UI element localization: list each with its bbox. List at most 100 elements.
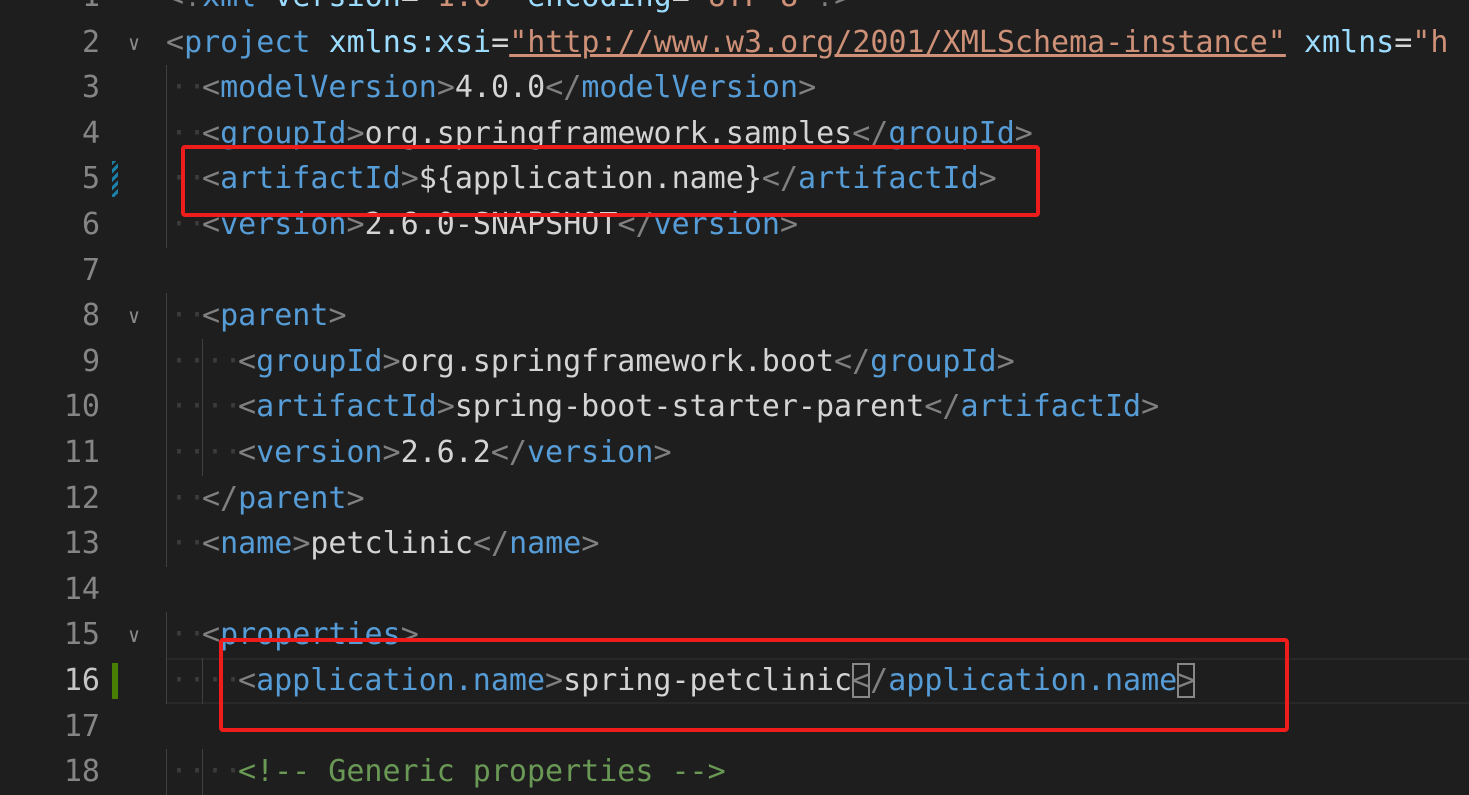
git-added-marker[interactable] [112,663,118,699]
code-text[interactable]: <name>petclinic</name> [202,521,599,567]
code-text[interactable]: <?xml version="1.0" encoding="UTF-8"?> [166,0,852,20]
whitespace-dots: ·· [170,343,207,379]
whitespace-dots: ·· [206,389,243,425]
indent-guide [166,293,167,339]
code-token: artifactId [960,389,1142,425]
code-line[interactable]: 14 [0,567,1469,613]
whitespace-dots: ·· [170,298,207,334]
line-number: 15 [63,617,100,653]
indent-guide [202,338,203,385]
indent-guide [166,338,167,385]
code-token: < [238,435,257,470]
code-token: <? [166,0,202,14]
code-token: = [672,0,690,14]
code-token: > [653,435,672,470]
whitespace-dots: ·· [170,663,207,698]
code-line[interactable]: 10 ·· ·· <artifactId>spring-boot-starter-pa… [0,384,1469,430]
indent-guide [166,202,167,248]
indent-guide [166,156,167,202]
code-text[interactable]: <groupId>org.springframework.boot</group… [238,339,1015,385]
whitespace-dots: ·· [170,480,207,516]
line-number: 18 [63,754,100,790]
code-token: = [491,24,510,60]
fold-chevron-down-icon[interactable]: ∨ [124,306,144,326]
code-line[interactable]: 3 ·· <modelVersion>4.0.0</modelVersion> [0,65,1469,111]
code-text[interactable]: <version>2.6.2</version> [238,430,672,476]
code-line[interactable]: 11 ·· ·· <version>2.6.2</version> [0,430,1469,476]
fold-chevron-down-icon[interactable]: ∨ [124,625,144,645]
code-token: org.springframework.boot [400,343,835,379]
whitespace-dots: ·· [170,435,207,470]
highlight-box-artifactid [181,145,1040,217]
indent-guide [166,612,167,658]
highlight-box-application-name [219,638,1289,732]
code-token: modelVersion [581,70,799,106]
code-token: > [346,480,365,516]
code-token: artifactId [256,389,437,425]
code-token: < [202,526,221,562]
line-number: 17 [63,708,100,744]
indent-guide [166,658,167,704]
code-token: </ [924,389,961,425]
code-token: < [202,70,221,106]
code-token: </ [472,526,510,562]
code-token: name [509,526,582,562]
code-token: parent [220,298,329,334]
code-text[interactable]: <parent> [202,293,347,339]
code-line[interactable]: 7 [0,248,1469,294]
whitespace-dots: ·· [170,617,207,653]
code-token: < [202,617,221,653]
code-token: > [581,526,600,562]
code-token: = [1394,24,1413,60]
whitespace-dots: ·· [170,70,207,106]
code-line[interactable]: 12 ·· </parent> [0,475,1469,522]
whitespace-dots: ·· [206,754,243,790]
line-number: 8 [81,298,100,334]
git-modified-marker[interactable] [112,161,118,198]
code-text[interactable]: </parent> [202,476,365,522]
code-line[interactable]: 1<?xml version="1.0" encoding="UTF-8"?> [0,0,1469,20]
code-token: parent [238,480,347,516]
whitespace-dots: ·· [170,754,207,790]
code-line[interactable]: 8 ∨ ·· <parent> [0,293,1469,339]
code-token: version [256,435,383,470]
fold-chevron-down-icon[interactable]: ∨ [124,33,144,53]
code-token: version [274,0,400,14]
indent-guide [202,430,203,476]
code-token: name [220,526,293,562]
line-number: 14 [63,571,100,607]
code-line[interactable]: 9 ·· ·· <groupId>org.springframework.boot</… [0,338,1469,385]
code-token: groupId [870,343,997,379]
code-token: > [292,526,311,562]
line-number: 3 [81,70,100,106]
code-line[interactable]: 13 ·· <name>petclinic</name> [0,521,1469,567]
line-number: 6 [81,207,100,242]
line-number: 2 [81,24,100,60]
whitespace-dots: ·· [206,343,243,379]
indent-guide [166,65,167,111]
code-token: </ [202,480,239,516]
code-token: < [238,389,257,425]
code-token: modelVersion [220,70,437,106]
code-token: > [1141,389,1160,425]
code-token: "1.0" [419,0,509,14]
code-text[interactable]: <modelVersion>4.0.0</modelVersion> [202,65,816,111]
code-text[interactable]: <!-- Generic properties --> [238,749,726,795]
indent-guide [202,749,203,795]
code-token: </ [834,343,871,379]
indent-guide [166,521,167,567]
whitespace-dots: ·· [206,435,243,470]
code-token: version [527,435,654,470]
code-line[interactable]: 2 ∨ <project xmlns:xsi="http://www.w3.org/… [0,20,1469,66]
code-line[interactable]: 18 ·· ·· <!-- Generic properties --> [0,749,1469,795]
code-text[interactable]: <artifactId>spring-boot-starter-parent</… [238,384,1159,430]
line-number: 7 [81,252,100,288]
code-text[interactable]: <project xmlns:xsi="http://www.w3.org/20… [166,20,1448,66]
line-number: 5 [81,161,100,197]
code-token: encoding [527,0,672,14]
line-number: 1 [0,0,100,20]
